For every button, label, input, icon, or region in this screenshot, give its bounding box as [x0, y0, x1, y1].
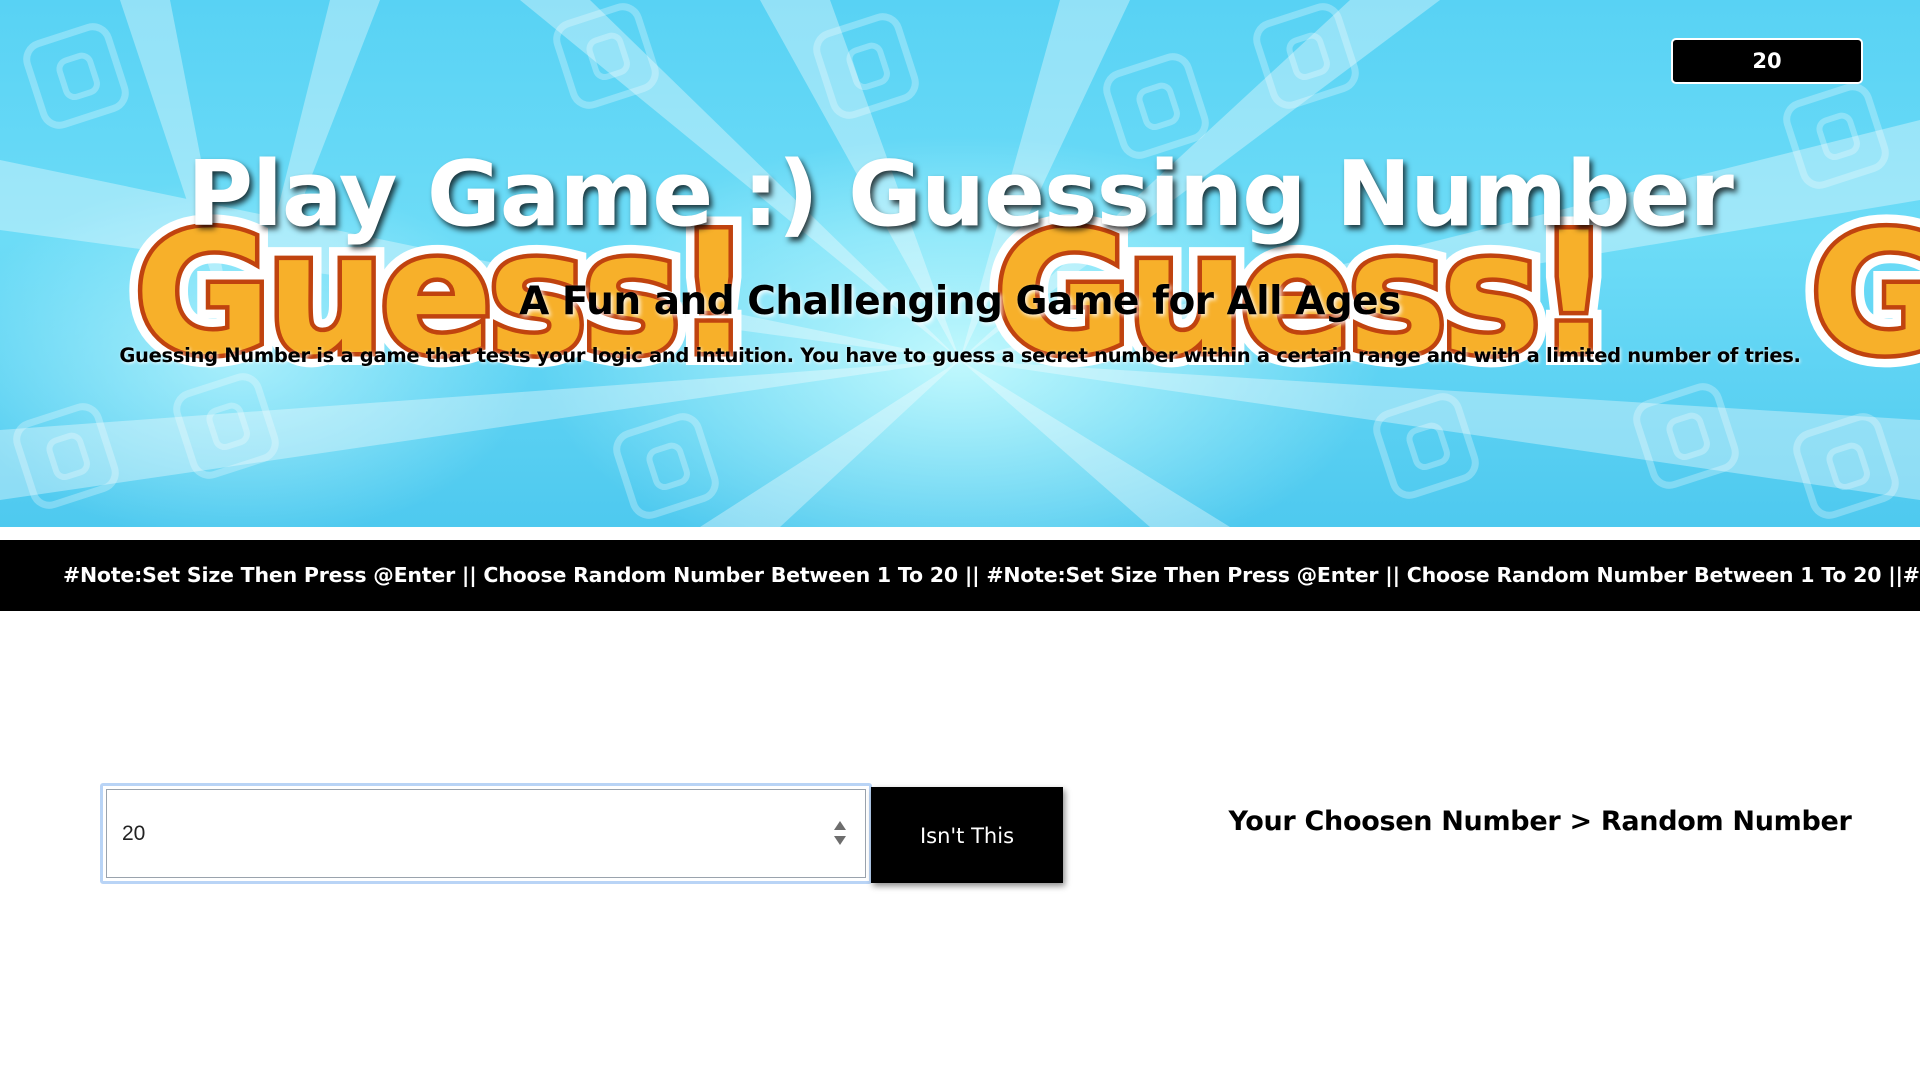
- page-title: Play Game :) Guessing Number: [187, 142, 1734, 247]
- game-description: Guessing Number is a game that tests you…: [119, 344, 1801, 367]
- page-subtitle: A Fun and Challenging Game for All Ages: [519, 279, 1401, 324]
- result-message: Your Choosen Number > Random Number: [1228, 806, 1852, 837]
- spin-down-icon[interactable]: [834, 836, 846, 845]
- marquee-text: #Note:Set Size Then Press @Enter || Choo…: [63, 563, 1920, 587]
- spin-up-icon[interactable]: [834, 821, 846, 830]
- guess-number-input[interactable]: 20: [106, 789, 866, 878]
- submit-guess-button[interactable]: Isn't This: [871, 787, 1063, 883]
- score-display: 20: [1671, 38, 1863, 84]
- number-spinner[interactable]: [834, 821, 846, 847]
- hero-banner: Guess! Guess! Guess! Guess! G G 20 Play …: [0, 0, 1920, 527]
- guess-input-value: 20: [122, 822, 146, 845]
- instructions-marquee: #Note:Set Size Then Press @Enter || Choo…: [0, 540, 1920, 611]
- guess-input-focus-ring: 20: [100, 783, 872, 884]
